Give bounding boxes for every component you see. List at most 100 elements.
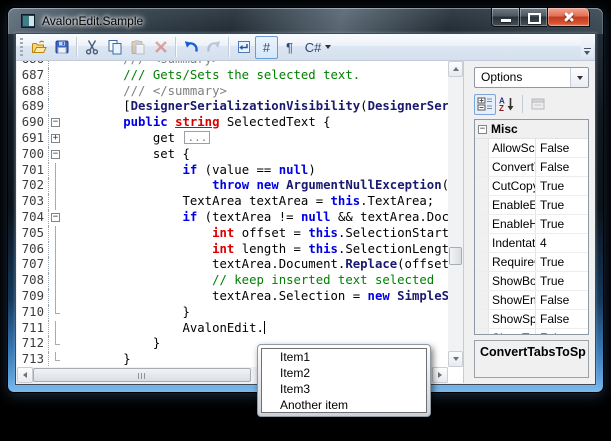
completion-item[interactable]: Another item — [262, 397, 426, 413]
property-name: IndentationSize — [489, 234, 536, 252]
syntax-mode-dropdown[interactable]: C# — [301, 36, 335, 59]
scroll-right-button[interactable] — [432, 367, 448, 383]
fold-line — [55, 163, 56, 179]
delete-button[interactable] — [149, 36, 172, 59]
property-value[interactable]: True — [536, 272, 588, 290]
property-pages-button[interactable] — [527, 94, 549, 115]
property-row[interactable]: AllowScrollBelowDocumentFalse — [475, 139, 588, 158]
category-collapse-icon[interactable]: − — [478, 125, 487, 134]
fold-margin-cell — [49, 99, 64, 115]
copy-button[interactable] — [103, 36, 126, 59]
window-controls — [491, 8, 590, 27]
fold-margin-cell: − — [49, 147, 64, 163]
undo-button[interactable] — [179, 36, 202, 59]
toolbar-overflow-button[interactable] — [581, 35, 594, 58]
paste-button[interactable] — [126, 36, 149, 59]
property-row[interactable]: CutCopyWholeLineTrue — [475, 177, 588, 196]
close-button[interactable] — [547, 8, 590, 27]
maximize-button[interactable] — [520, 8, 547, 27]
toolbar-grip[interactable] — [20, 38, 23, 56]
property-row[interactable]: ShowSpacesFalse — [475, 310, 588, 329]
line-number: 705 — [17, 226, 49, 242]
completion-item[interactable]: Item1 — [262, 349, 426, 365]
property-value[interactable]: False — [536, 139, 588, 157]
fold-expand-icon[interactable]: + — [51, 134, 60, 143]
fold-margin-cell: − — [49, 115, 64, 131]
property-row[interactable]: IndentationSize4 — [475, 234, 588, 253]
code-line: 688 /// </summary> — [17, 84, 448, 100]
code-text: /// </summary> — [64, 84, 448, 100]
property-value[interactable]: 4 — [536, 234, 588, 252]
scroll-left-button[interactable] — [17, 367, 33, 383]
property-value[interactable]: True — [536, 253, 588, 271]
options-combobox[interactable]: Options — [474, 67, 589, 88]
fold-margin-cell — [49, 194, 64, 210]
cut-button[interactable] — [80, 36, 103, 59]
property-value[interactable]: False — [536, 329, 588, 335]
fold-line — [55, 194, 56, 210]
horizontal-scroll-thumb[interactable] — [33, 368, 251, 382]
code-segment: } — [64, 352, 131, 366]
property-row[interactable]: ConvertTabsToSpacesFalse — [475, 158, 588, 177]
property-value[interactable]: False — [536, 158, 588, 176]
property-name: AllowScrollBelowDocument — [489, 139, 536, 157]
collapsed-fold-box[interactable]: ... — [184, 131, 210, 144]
property-name: ShowBoxForControlCharacters — [489, 272, 536, 290]
categorized-button[interactable] — [474, 94, 496, 115]
svg-text:Z: Z — [499, 104, 504, 112]
code-line: 691+ get ... — [17, 131, 448, 147]
toolbar-separator — [76, 37, 77, 57]
completion-item[interactable]: Item2 — [262, 365, 426, 381]
completion-list[interactable]: Item1Item2Item3Another item — [261, 348, 427, 413]
word-wrap-button[interactable] — [232, 36, 255, 59]
line-number: 713 — [17, 352, 49, 367]
property-row[interactable]: ShowBoxForControlCharactersTrue — [475, 272, 588, 291]
property-row[interactable]: EnableEmailHyperlinksTrue — [475, 196, 588, 215]
line-number: 706 — [17, 242, 49, 258]
vertical-scroll-thumb[interactable] — [449, 247, 462, 265]
completion-item[interactable]: Item3 — [262, 381, 426, 397]
copy-pages-icon — [107, 39, 123, 55]
fold-line — [55, 273, 56, 289]
text-region[interactable]: 686 /// <summary>687 /// Gets/Sets the s… — [17, 61, 448, 367]
return-arrow-icon — [236, 39, 252, 55]
property-row[interactable]: ShowTabsFalse — [475, 329, 588, 335]
line-number: 687 — [17, 68, 49, 84]
az-sort-icon: A Z — [498, 96, 516, 112]
code-segment: ArgumentNullException — [286, 178, 441, 192]
scroll-up-button[interactable] — [448, 61, 463, 77]
property-value[interactable]: False — [536, 310, 588, 328]
property-row[interactable]: RequireControlModifierForHyperlinkClickT… — [475, 253, 588, 272]
code-segment: textArea.Selection = — [64, 289, 368, 303]
line-number: 704 — [17, 210, 49, 226]
fold-margin-cell — [49, 84, 64, 100]
show-formatting-button[interactable]: ¶ — [278, 36, 301, 59]
property-row[interactable]: EnableHyperlinksTrue — [475, 215, 588, 234]
code-segment: (offset, l — [397, 257, 448, 271]
save-button[interactable] — [50, 36, 73, 59]
property-grid[interactable]: −MiscAllowScrollBelowDocumentFalseConver… — [474, 119, 589, 335]
show-line-numbers-button[interactable]: # — [255, 36, 278, 59]
alphabetical-sort-button[interactable]: A Z — [496, 94, 518, 115]
property-value[interactable]: True — [536, 215, 588, 233]
code-segment — [64, 242, 212, 256]
open-button[interactable] — [27, 36, 50, 59]
property-row[interactable]: ShowEndOfLineFalse — [475, 291, 588, 310]
combobox-dropdown-button[interactable] — [570, 68, 588, 87]
code-editor[interactable]: 686 /// <summary>687 /// Gets/Sets the s… — [17, 61, 464, 383]
property-category-row[interactable]: −Misc — [475, 120, 588, 139]
property-value[interactable]: True — [536, 196, 588, 214]
minimize-button[interactable] — [491, 8, 520, 27]
scroll-down-button[interactable] — [448, 351, 463, 367]
fold-collapse-icon[interactable]: − — [51, 213, 60, 222]
property-value[interactable]: True — [536, 177, 588, 195]
fold-collapse-icon[interactable]: − — [51, 118, 60, 127]
syntax-mode-label: C# — [305, 40, 322, 55]
close-icon — [562, 11, 575, 24]
triangle-up-icon — [453, 67, 459, 71]
fold-collapse-icon[interactable]: − — [51, 150, 60, 159]
vertical-scrollbar[interactable] — [448, 61, 463, 367]
property-value[interactable]: False — [536, 291, 588, 309]
code-segment: int — [212, 226, 234, 240]
redo-button[interactable] — [202, 36, 225, 59]
